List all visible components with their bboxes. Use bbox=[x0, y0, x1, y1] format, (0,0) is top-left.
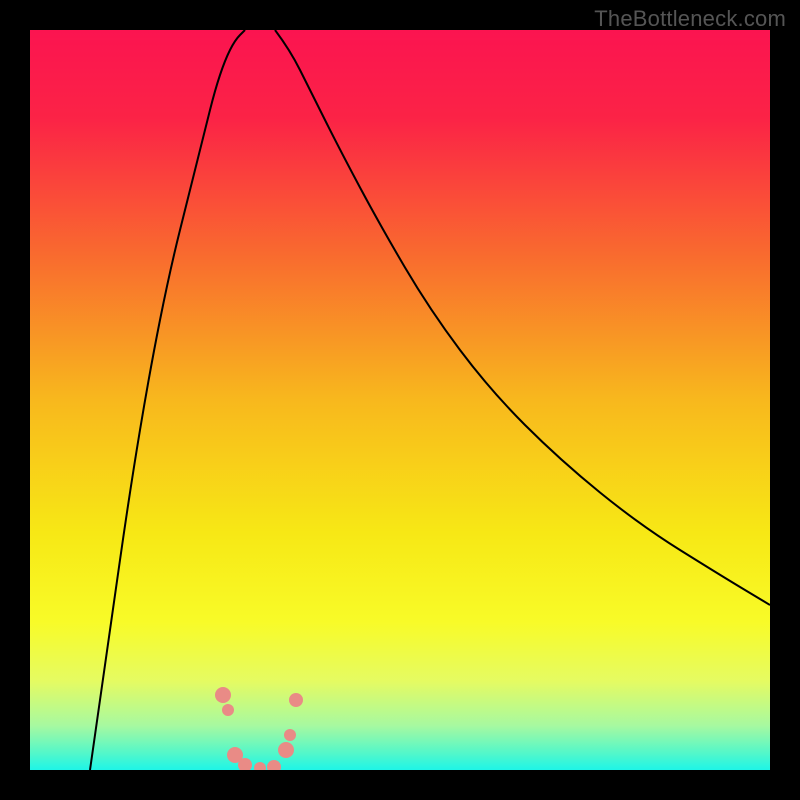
data-point-dot bbox=[289, 693, 303, 707]
data-point-dot bbox=[284, 729, 296, 741]
right-curve bbox=[275, 30, 770, 605]
data-point-dot bbox=[267, 760, 281, 770]
plot-area bbox=[30, 30, 770, 770]
watermark-text: TheBottleneck.com bbox=[594, 6, 786, 32]
data-point-dot bbox=[278, 742, 294, 758]
left-curve bbox=[90, 30, 245, 770]
dots-group bbox=[215, 687, 303, 770]
data-point-dot bbox=[222, 704, 234, 716]
data-point-dot bbox=[254, 762, 266, 770]
data-point-dot bbox=[215, 687, 231, 703]
curves-layer bbox=[30, 30, 770, 770]
